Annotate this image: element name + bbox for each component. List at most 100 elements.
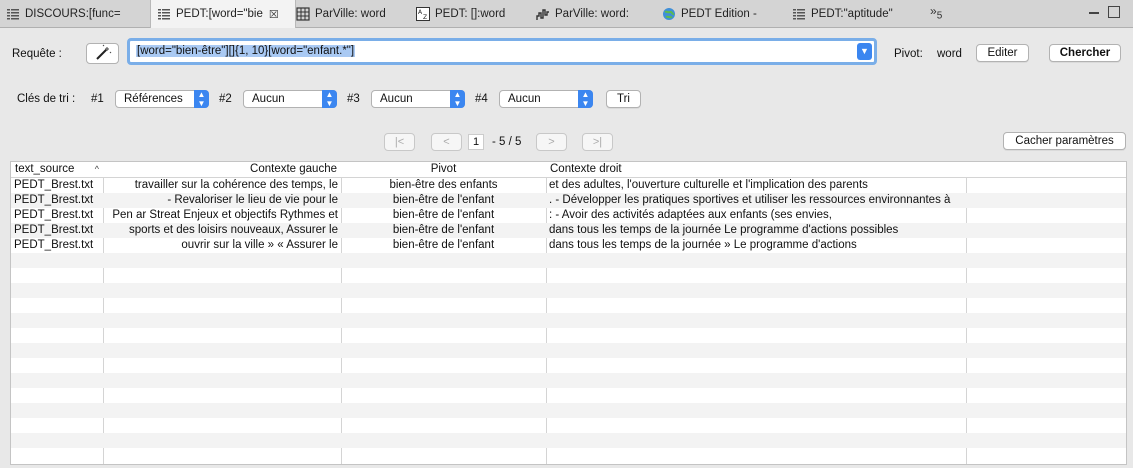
select-value: Références [124, 93, 183, 105]
hide-parameters-button[interactable]: Cacher paramètres [1003, 132, 1126, 150]
tab-parville-word[interactable]: ParVille: word [290, 0, 414, 27]
chevron-down-icon: ▼ [860, 46, 869, 56]
chevron-updown-icon: ▲ ▼ [322, 90, 337, 108]
select-value: Aucun [252, 93, 285, 105]
table-row[interactable] [11, 403, 1126, 418]
next-page-button[interactable]: > [536, 133, 567, 151]
sort-key-4-select[interactable]: Aucun ▲ ▼ [499, 90, 593, 108]
sort-keys-label: Clés de tri : [17, 93, 76, 105]
tabs-overflow-button[interactable]: »5 [930, 4, 942, 21]
globe-icon [663, 7, 675, 20]
minimize-icon[interactable] [1089, 8, 1099, 14]
page-number-input[interactable]: 1 [468, 134, 484, 150]
cell-pivot: bien-être de l'enfant [392, 224, 495, 236]
search-button[interactable]: Chercher [1049, 44, 1121, 62]
query-input[interactable]: [word="bien-être"][]{1, 10}[word="enfant… [127, 38, 877, 65]
previous-page-button[interactable]: < [431, 133, 462, 151]
first-page-button[interactable]: |< [384, 133, 415, 151]
table-row[interactable]: PEDT_Brest.txt sports et des loisirs nouv… [11, 223, 1126, 238]
table-row[interactable]: PEDT_Brest.txt - Revaloriser le lieu de v… [11, 193, 1126, 208]
chevron-updown-icon: ▲ ▼ [450, 90, 465, 108]
lexicon-icon: A Z [416, 6, 430, 21]
table-row[interactable] [11, 373, 1126, 388]
overflow-count: 5 [936, 10, 943, 22]
sort-key-number: #3 [347, 93, 360, 105]
cell-left-context: - Revaloriser le lieu de vie pour le [167, 194, 338, 206]
close-icon[interactable]: ☒ [269, 8, 279, 21]
table-row[interactable]: PEDT_Brest.txt Pen ar Streat Enjeux et ob… [11, 208, 1126, 223]
sort-key-3-select[interactable]: Aucun ▲ ▼ [371, 90, 465, 108]
pivot-value: word [937, 48, 962, 60]
pivot-label: Pivot: [894, 48, 923, 60]
tab-pedt-bien-etre[interactable]: PEDT:[word="bie ☒ [150, 0, 296, 28]
edit-pivot-button[interactable]: Editer [976, 44, 1029, 62]
table-row[interactable] [11, 388, 1126, 403]
table-row[interactable]: PEDT_Brest.txt ouvrir sur la ville » « As… [11, 238, 1126, 253]
query-assistant-button[interactable] [86, 43, 119, 64]
sort-key-1-select[interactable]: Références ▲ ▼ [115, 90, 209, 108]
sort-key-2-select[interactable]: Aucun ▲ ▼ [243, 90, 337, 108]
column-header-left-context[interactable]: Contexte gauche [103, 162, 341, 177]
sort-key-number: #4 [475, 93, 488, 105]
column-header-right-context[interactable]: Contexte droit [546, 162, 966, 177]
table-row[interactable] [11, 343, 1126, 358]
tab-pedt-lexicon[interactable]: A Z PEDT: []:word [410, 0, 536, 27]
cell-left-context: sports et des loisirs nouveaux, Assurer … [128, 224, 338, 236]
table-row[interactable] [11, 283, 1126, 298]
last-page-button[interactable]: >| [582, 133, 613, 151]
page-range: - 5 / 5 [492, 136, 522, 148]
magic-wand-icon [96, 44, 112, 60]
table-header: text_source ^ Contexte gauche Pivot Cont… [11, 162, 1126, 178]
tab-parville-progression[interactable]: ParVille: word: [530, 0, 661, 27]
query-history-dropdown[interactable]: ▼ [857, 43, 872, 60]
tab-label: PEDT Edition - [681, 7, 757, 20]
select-value: Aucun [508, 93, 541, 105]
column-header-text-source[interactable]: text_source ^ [11, 162, 103, 177]
cell-right-context: dans tous les temps de la journée Le pro… [549, 224, 899, 236]
concordance-icon [793, 8, 805, 19]
cell-text-source: PEDT_Brest.txt [14, 224, 94, 236]
cell-pivot: bien-être des enfants [389, 179, 498, 191]
maximize-icon[interactable] [1108, 6, 1120, 18]
sort-button[interactable]: Tri [606, 90, 641, 108]
table-row[interactable] [11, 253, 1126, 268]
tab-pedt-aptitude[interactable]: PEDT:"aptitude" [786, 0, 927, 27]
editor-tab-bar: DISCOURS:[func= PEDT:[word="bie ☒ ParVil… [0, 0, 1133, 28]
table-row[interactable]: PEDT_Brest.txt travailler sur la cohérenc… [11, 178, 1126, 193]
tab-label: DISCOURS:[func= [25, 7, 121, 20]
chevron-right-icon: » [930, 4, 937, 18]
column-header-pivot[interactable]: Pivot [341, 162, 546, 177]
tab-label: ParVille: word: [555, 7, 629, 20]
cell-text-source: PEDT_Brest.txt [14, 239, 94, 251]
sort-ascending-icon: ^ [94, 164, 99, 174]
cell-right-context: . - Développer les pratiques sportives e… [549, 194, 951, 206]
cell-right-context: dans tous les temps de la journée » Le p… [549, 239, 857, 251]
table-row[interactable] [11, 358, 1126, 373]
table-row[interactable] [11, 448, 1126, 463]
tab-pedt-edition[interactable]: PEDT Edition - [656, 0, 790, 27]
table-row[interactable] [11, 328, 1126, 343]
select-value: Aucun [380, 93, 413, 105]
cell-text-source: PEDT_Brest.txt [14, 209, 94, 221]
cell-right-context: : - Avoir des activités adaptées aux enf… [549, 209, 832, 221]
cell-text-source: PEDT_Brest.txt [14, 179, 94, 191]
sort-key-number: #1 [91, 93, 104, 105]
concordance-table[interactable]: text_source ^ Contexte gauche Pivot Cont… [10, 161, 1127, 465]
cell-pivot: bien-être de l'enfant [392, 209, 495, 221]
table-icon [296, 6, 310, 21]
table-row[interactable] [11, 313, 1126, 328]
chevron-updown-icon: ▲ ▼ [194, 90, 209, 108]
column-header-label: text_source [15, 163, 75, 175]
cell-pivot: bien-être de l'enfant [392, 239, 495, 251]
tab-discours[interactable]: DISCOURS:[func= [0, 0, 156, 27]
query-label: Requête : [12, 48, 62, 60]
cell-text-source: PEDT_Brest.txt [14, 194, 94, 206]
table-row[interactable] [11, 298, 1126, 313]
table-row[interactable] [11, 418, 1126, 433]
table-row[interactable] [11, 268, 1126, 283]
concordance-panel: Requête : [word="bien-être"][]{1, 10}[wo… [0, 28, 1133, 468]
tab-label: PEDT:[word="bie [176, 8, 263, 20]
table-row[interactable] [11, 433, 1126, 448]
sort-key-number: #2 [219, 93, 232, 105]
concordance-icon [158, 9, 170, 20]
